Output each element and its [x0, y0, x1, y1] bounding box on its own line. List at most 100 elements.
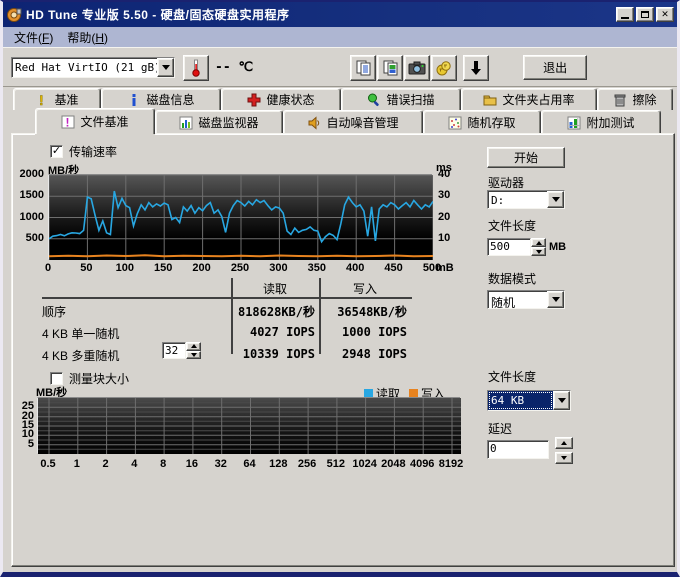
exit-button[interactable]: 退出 [523, 55, 587, 80]
minimize-button[interactable] [616, 7, 634, 22]
toolbar: Red Hat VirtIO (21 gB) -- ℃ 退出 [3, 49, 677, 87]
chart1-x-tick: 50 [69, 262, 103, 274]
drive-selector[interactable]: Red Hat VirtIO (21 gB) [11, 57, 175, 78]
menu-item-file[interactable]: 文件(F) [7, 27, 60, 48]
chevron-down-icon [552, 297, 560, 302]
tab-label: 错误扫描 [386, 91, 434, 108]
random-access-icon [448, 116, 462, 130]
erase-icon [613, 93, 627, 107]
queue-depth-down-button[interactable] [186, 351, 201, 360]
file-length-spinner[interactable]: 500 MB [487, 238, 566, 256]
tab-基准[interactable]: ! 基准 [13, 88, 101, 110]
drive-dropdown-button[interactable] [547, 191, 564, 208]
maximize-button[interactable] [636, 7, 654, 22]
tab-文件夹占用率[interactable]: 文件夹占用率 [461, 88, 597, 110]
chart1-y2-tick: 40 [438, 168, 460, 180]
copy-image-button[interactable] [377, 55, 403, 81]
chart1-y2-tick: 10 [438, 232, 460, 244]
drive-selector-dropdown-button[interactable] [157, 58, 174, 77]
file-length-value[interactable]: 500 [487, 238, 531, 256]
drive-selector-value: Red Hat VirtIO (21 gB) [12, 58, 157, 77]
chart1-x-unit: mB [436, 262, 454, 274]
block-file-length-dropdown[interactable]: 64 KB [487, 390, 571, 411]
chart1-x-tick: 150 [146, 262, 180, 274]
tab-附加测试[interactable]: 附加测试 [541, 110, 661, 134]
start-button[interactable]: 开始 [487, 147, 565, 168]
drive-dropdown[interactable]: D: [487, 190, 565, 209]
queue-depth-spinner[interactable]: 32 [162, 342, 201, 359]
row-label-4k-single: 4 KB 单一随机 [42, 325, 119, 342]
block-file-length-dropdown-button[interactable] [553, 391, 570, 410]
delay-input[interactable]: 0 [487, 440, 549, 459]
menu-item-help[interactable]: 帮助(H) [60, 27, 115, 48]
tab-label: 磁盘监视器 [198, 114, 258, 131]
chart1-x-tick: 100 [108, 262, 142, 274]
arrow-down-icon [468, 59, 484, 77]
tab-自动噪音管理[interactable]: 自动噪音管理 [283, 110, 423, 134]
tab-row-1: ! 基准 磁盘信息 健康状态 错误扫描 文件夹占用率 擦除 [13, 88, 673, 110]
screenshot-button[interactable] [404, 55, 430, 81]
file-length-label: 文件长度 [488, 217, 536, 234]
file-length-unit: MB [549, 241, 566, 253]
tab-文件基准[interactable]: ! 文件基准 [35, 108, 155, 134]
save-results-button[interactable] [463, 55, 489, 81]
sequential-read-value: 818628KB/秒 [231, 303, 315, 320]
tab-随机存取[interactable]: 随机存取 [423, 110, 541, 134]
transfer-rate-checkbox[interactable]: ✓ [50, 145, 63, 158]
tab-磁盘信息[interactable]: 磁盘信息 [101, 88, 221, 110]
svg-text:!: ! [66, 115, 70, 129]
chevron-down-icon [552, 197, 560, 202]
chart1-x-tick: 250 [223, 262, 257, 274]
chart1-y-tick: 1000 [12, 211, 44, 223]
chart2-plot-area [37, 397, 460, 453]
column-header-write: 写入 [319, 280, 411, 297]
tab-label: 文件基准 [80, 113, 128, 130]
benchmark-icon: ! [35, 93, 49, 107]
block-size-chart: MB/秒 读取 写入 2520151050.512481632641282565… [12, 382, 482, 472]
chart1-x-tick: 400 [338, 262, 372, 274]
file-length-down-button[interactable] [531, 247, 546, 256]
row-label-sequential: 顺序 [42, 303, 66, 320]
chart1-x-tick: 350 [300, 262, 334, 274]
tab-label: 文件夹占用率 [502, 91, 574, 108]
disk-info-icon [127, 93, 141, 107]
4k-multi-write-value: 2948 IOPS [319, 347, 407, 361]
chart1-y-tick: 500 [12, 232, 44, 244]
tab-label: 自动噪音管理 [326, 114, 398, 131]
health-icon [247, 93, 261, 107]
chart1-y-tick: 1500 [12, 189, 44, 201]
close-button[interactable]: ✕ [656, 7, 674, 22]
spinner-up-icon [536, 241, 542, 245]
drive-label: 驱动器 [488, 174, 524, 191]
chart1-y2-tick: 30 [438, 189, 460, 201]
transfer-rate-chart: MB/秒 ms 20001500100050040302010050100150… [12, 162, 482, 274]
app-icon [6, 7, 22, 23]
tab-错误扫描[interactable]: 错误扫描 [341, 88, 461, 110]
file-benchmark-panel: ✓ 传输速率 MB/秒 ms 2000150010005004030201005… [11, 133, 675, 567]
coins-icon [435, 60, 453, 76]
temperature-button[interactable] [183, 55, 209, 81]
aam-icon [307, 116, 321, 130]
tab-row-2: ! 文件基准 磁盘监视器 自动噪音管理 随机存取附加测试 [35, 110, 661, 134]
tab-磁盘监视器[interactable]: 磁盘监视器 [155, 110, 283, 134]
table-header-rule [42, 297, 412, 299]
tab-label: 健康状态 [266, 91, 314, 108]
donate-button[interactable] [431, 55, 457, 81]
tab-label: 基准 [54, 91, 78, 108]
delay-up-button[interactable] [555, 437, 573, 449]
chart2-y-tick: 5 [12, 438, 34, 450]
camera-icon [408, 60, 426, 76]
tab-健康状态[interactable]: 健康状态 [221, 88, 341, 110]
delay-down-button[interactable] [555, 452, 573, 464]
data-mode-dropdown-button[interactable] [547, 291, 564, 308]
tab-擦除[interactable]: 擦除 [597, 88, 673, 110]
data-mode-dropdown[interactable]: 随机 [487, 290, 565, 309]
copy-text-button[interactable] [350, 55, 376, 81]
file-benchmark-icon: ! [61, 115, 75, 129]
file-length-up-button[interactable] [531, 238, 546, 247]
transfer-rate-checkbox-label: 传输速率 [69, 143, 117, 160]
chevron-down-icon [162, 65, 170, 70]
queue-depth-value[interactable]: 32 [162, 342, 186, 359]
queue-depth-up-button[interactable] [186, 342, 201, 351]
spinner-up-icon [561, 441, 567, 445]
